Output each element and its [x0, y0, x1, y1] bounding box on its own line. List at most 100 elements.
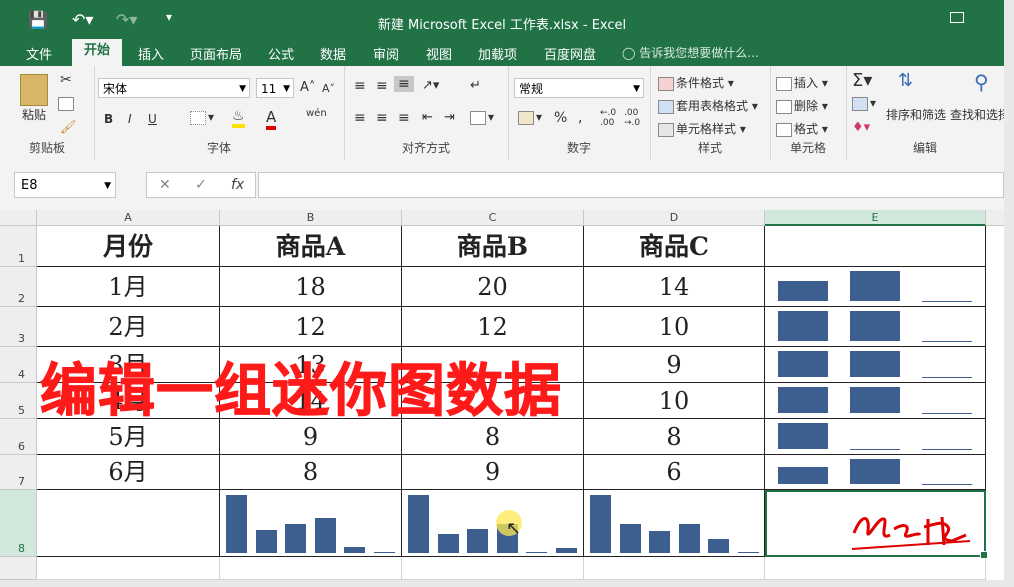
- tab-insert[interactable]: 插入: [138, 44, 164, 63]
- enter-icon[interactable]: ✓: [195, 177, 207, 193]
- tab-view[interactable]: 视图: [426, 44, 452, 63]
- tell-me-search[interactable]: ◯ 告诉我您想要做什么...: [622, 44, 759, 61]
- select-all-corner[interactable]: [0, 210, 37, 226]
- sort-filter-icon[interactable]: ⇅: [898, 70, 913, 91]
- font-size-select[interactable]: 11 ▼: [256, 78, 294, 98]
- column-header-e[interactable]: E: [765, 210, 986, 226]
- align-left-icon[interactable]: ≡: [354, 110, 366, 126]
- row-header-8[interactable]: 8: [0, 490, 37, 557]
- cell-e9[interactable]: [765, 557, 986, 580]
- italic-button[interactable]: I: [128, 112, 132, 126]
- clear-icon[interactable]: ♦▾: [852, 120, 870, 135]
- cell-d4[interactable]: 9: [584, 347, 765, 383]
- cell-d7[interactable]: 6: [584, 455, 765, 490]
- cell-a1[interactable]: 月份: [37, 226, 220, 267]
- cell-d1[interactable]: 商品C: [584, 226, 765, 267]
- underline-button[interactable]: U: [148, 112, 157, 126]
- align-bottom-icon[interactable]: ≡: [394, 76, 414, 92]
- border-icon[interactable]: ▾: [190, 110, 214, 125]
- orientation-icon[interactable]: ↗▾: [422, 78, 439, 93]
- row-header-1[interactable]: 1: [0, 226, 37, 267]
- cell-c8[interactable]: [402, 490, 584, 557]
- cell-b9[interactable]: [220, 557, 402, 580]
- row-header-9[interactable]: [0, 557, 37, 580]
- cell-styles-button[interactable]: 单元格样式 ▾: [658, 120, 746, 137]
- tab-review[interactable]: 审阅: [373, 44, 399, 63]
- format-painter-icon[interactable]: 🖌: [60, 120, 77, 135]
- formula-input[interactable]: [258, 172, 1004, 198]
- tab-home[interactable]: 开始: [72, 39, 123, 66]
- find-select-button[interactable]: 查找和选择: [950, 106, 1010, 123]
- cell-b7[interactable]: 8: [220, 455, 402, 490]
- cut-icon[interactable]: ✂: [60, 72, 72, 88]
- font-color-icon[interactable]: A: [266, 108, 277, 130]
- align-middle-icon[interactable]: ≡: [376, 78, 388, 94]
- cell-d9[interactable]: [584, 557, 765, 580]
- number-format-select[interactable]: 常规 ▼: [514, 78, 644, 98]
- cell-b3[interactable]: 12: [220, 307, 402, 347]
- cell-b8[interactable]: [220, 490, 402, 557]
- tab-addins[interactable]: 加载项: [478, 44, 517, 63]
- row-header-5[interactable]: 5: [0, 383, 37, 419]
- cell-d6[interactable]: 8: [584, 419, 765, 455]
- bold-button[interactable]: B: [104, 112, 113, 126]
- cell-a7[interactable]: 6月: [37, 455, 220, 490]
- row-header-2[interactable]: 2: [0, 267, 37, 307]
- row-header-4[interactable]: 4: [0, 347, 37, 383]
- align-center-icon[interactable]: ≡: [376, 110, 388, 126]
- cancel-icon[interactable]: ✕: [159, 177, 171, 193]
- currency-icon[interactable]: ▾: [518, 110, 542, 125]
- format-as-table-button[interactable]: 套用表格格式 ▾: [658, 97, 758, 114]
- tab-formulas[interactable]: 公式: [268, 44, 294, 63]
- copy-icon[interactable]: [58, 96, 76, 111]
- delete-cells-button[interactable]: 删除 ▾: [776, 97, 828, 114]
- column-header-d[interactable]: D: [584, 210, 765, 226]
- cell-d2[interactable]: 14: [584, 267, 765, 307]
- cell-d8[interactable]: [584, 490, 765, 557]
- paste-icon[interactable]: [20, 74, 48, 106]
- increase-decimal-icon[interactable]: ←.0.00: [600, 108, 616, 128]
- tab-page-layout[interactable]: 页面布局: [190, 44, 242, 63]
- row-header-3[interactable]: 3: [0, 307, 37, 347]
- increase-font-icon[interactable]: A˄: [300, 80, 315, 95]
- cell-c9[interactable]: [402, 557, 584, 580]
- wrap-text-icon[interactable]: ↵: [470, 78, 481, 93]
- increase-indent-icon[interactable]: ⇥: [444, 110, 455, 125]
- insert-function-icon[interactable]: fx: [231, 177, 244, 193]
- ribbon-display-icon[interactable]: [950, 12, 964, 23]
- column-header-b[interactable]: B: [220, 210, 402, 226]
- sort-filter-button[interactable]: 排序和筛选: [886, 106, 946, 123]
- column-header-a[interactable]: A: [37, 210, 220, 226]
- cell-a8[interactable]: [37, 490, 220, 557]
- cell-a9[interactable]: [37, 557, 220, 580]
- cell-d5[interactable]: 10: [584, 383, 765, 419]
- cell-e1[interactable]: [765, 226, 986, 267]
- row-header-7[interactable]: 7: [0, 455, 37, 490]
- autosum-icon[interactable]: Σ▾: [852, 70, 872, 91]
- fill-icon[interactable]: ▾: [852, 96, 876, 111]
- cell-d3[interactable]: 10: [584, 307, 765, 347]
- percent-button[interactable]: %: [554, 110, 567, 126]
- tab-file[interactable]: 文件: [26, 44, 52, 63]
- decrease-font-icon[interactable]: A˅: [322, 82, 335, 95]
- cell-a2[interactable]: 1月: [37, 267, 220, 307]
- decrease-decimal-icon[interactable]: .00 →.0: [624, 108, 640, 128]
- merge-center-icon[interactable]: ▾: [470, 110, 494, 125]
- find-icon[interactable]: ⚲: [974, 70, 989, 94]
- fill-handle[interactable]: [980, 551, 988, 559]
- cell-c7[interactable]: 9: [402, 455, 584, 490]
- comma-icon[interactable]: ,: [578, 110, 582, 126]
- name-box[interactable]: E8 ▼: [14, 172, 116, 198]
- cell-c2[interactable]: 20: [402, 267, 584, 307]
- tab-data[interactable]: 数据: [320, 44, 346, 63]
- row-header-6[interactable]: 6: [0, 419, 37, 455]
- cell-b1[interactable]: 商品A: [220, 226, 402, 267]
- cell-c3[interactable]: 12: [402, 307, 584, 347]
- font-name-select[interactable]: 宋体 ▼: [98, 78, 250, 98]
- format-cells-button[interactable]: 格式 ▾: [776, 120, 828, 137]
- align-right-icon[interactable]: ≡: [398, 110, 410, 126]
- paste-button[interactable]: 粘贴: [22, 106, 46, 123]
- fill-color-icon[interactable]: ♨: [232, 108, 245, 128]
- column-header-f[interactable]: [986, 210, 1004, 226]
- cell-c1[interactable]: 商品B: [402, 226, 584, 267]
